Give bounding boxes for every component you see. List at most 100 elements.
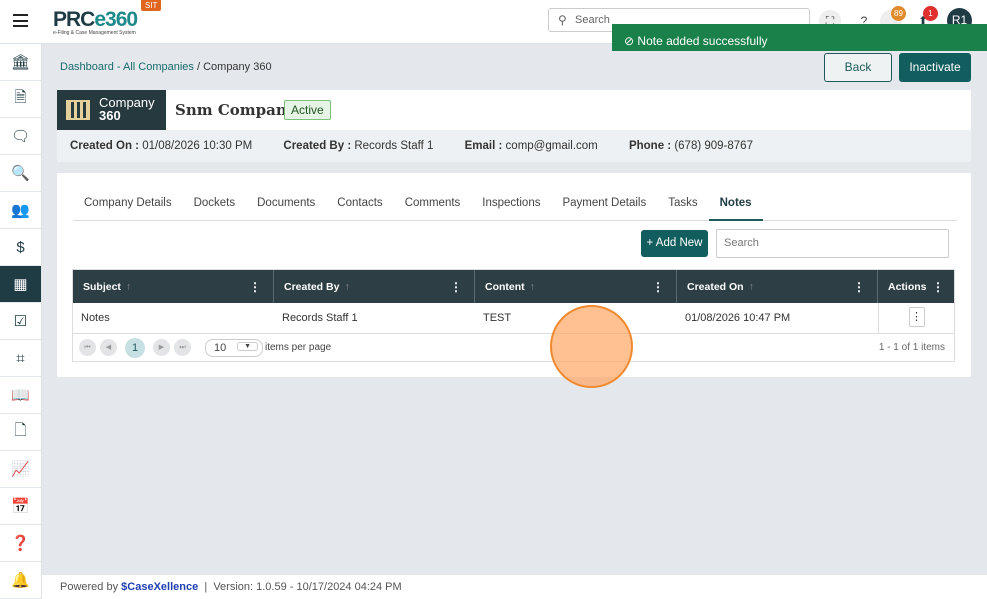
- menu-icon[interactable]: [13, 14, 28, 27]
- sort-arrow-icon: ↑: [344, 281, 350, 293]
- column-menu-icon[interactable]: ⋮: [652, 280, 664, 294]
- breadcrumb-sep: /: [193, 61, 204, 73]
- logo-subtitle: e-Filing & Case Management System: [53, 30, 136, 36]
- next-page-button[interactable]: ▶: [153, 339, 170, 356]
- footer: Powered by $CaseXellence | Version: 1.0.…: [42, 575, 987, 599]
- page-size-label: items per page: [265, 342, 332, 353]
- sidebar: 🏛 🗎 🗨 🔍 👥 $ ▦ ☑ ⌗ 📖 🗋 📈 📅 ❓ 🔔: [0, 44, 42, 599]
- column-menu-icon[interactable]: ⋮: [450, 280, 462, 294]
- search-icon: ⚲: [558, 13, 567, 27]
- sort-arrow-icon: ↑: [125, 281, 132, 293]
- grid-header: Subject ↑ ⋮ Created By ↑ ⋮ Content ↑ ⋮ Created…: [73, 270, 954, 303]
- add-new-button[interactable]: + Add New: [641, 230, 708, 257]
- file-icon[interactable]: 🗋: [0, 414, 41, 451]
- task-icon[interactable]: ☑: [0, 303, 41, 340]
- toast-message: Note added successfully: [637, 34, 768, 48]
- inactivate-button[interactable]: Inactivate: [899, 53, 971, 82]
- status-badge: Active: [284, 100, 331, 120]
- tab-payment-details[interactable]: Payment Details: [551, 195, 657, 221]
- column-menu-icon[interactable]: ⋮: [249, 280, 261, 294]
- label: Email :: [464, 140, 503, 152]
- book-icon[interactable]: 📖: [0, 377, 41, 414]
- breadcrumb-companies[interactable]: All Companies: [123, 61, 194, 73]
- alarm-icon[interactable]: 🔔: [0, 562, 41, 599]
- search-document-icon[interactable]: 🔍: [0, 155, 41, 192]
- users-icon[interactable]: 👥: [0, 192, 41, 229]
- cell-created-on: 01/08/2026 10:47 PM: [685, 312, 791, 324]
- scan-icon[interactable]: ⌗: [0, 340, 41, 377]
- table-row[interactable]: Notes Records Staff 1 TEST 01/08/2026 10…: [73, 303, 954, 334]
- column-header-actions: Actions ⋮: [878, 270, 954, 303]
- breadcrumb-dashboard[interactable]: Dashboard: [60, 61, 114, 73]
- first-page-button[interactable]: ⏮: [79, 339, 96, 356]
- company-header: Company 360 Snm Company Active Created On…: [57, 90, 971, 162]
- help-book-icon[interactable]: ❓: [0, 525, 41, 562]
- back-button[interactable]: Back: [824, 53, 892, 82]
- logo-text: PRC: [53, 8, 95, 31]
- tab-dockets[interactable]: Dockets: [183, 195, 247, 221]
- tab-documents[interactable]: Documents: [246, 195, 326, 221]
- breadcrumb-sep: -: [113, 61, 123, 73]
- created-by: Records Staff 1: [354, 140, 434, 152]
- notes-grid: Subject ↑ ⋮ Created By ↑ ⋮ Content ↑ ⋮ Created…: [72, 269, 955, 362]
- prev-page-button[interactable]: ◀: [100, 339, 117, 356]
- created-on: 01/08/2026 10:30 PM: [142, 140, 253, 152]
- bank-icon[interactable]: 🏛: [0, 44, 41, 81]
- env-badge: SIT: [141, 0, 162, 11]
- last-page-button[interactable]: ⏭: [174, 339, 191, 356]
- logo-accent: e360: [94, 8, 138, 31]
- breadcrumb: Dashboard - All Companies / Company 360: [60, 61, 272, 73]
- email: comp@gmail.com: [505, 140, 598, 152]
- sort-arrow-icon: ↑: [529, 281, 535, 293]
- page-size-value: 10: [214, 341, 227, 354]
- company-360-box: Company 360: [57, 90, 166, 130]
- column-title: Subject: [83, 281, 121, 293]
- tab-inspections[interactable]: Inspections: [471, 195, 551, 221]
- footer-separator: |: [204, 581, 208, 593]
- tab-tasks[interactable]: Tasks: [657, 195, 708, 221]
- page-size-select[interactable]: 10 ▼: [205, 338, 263, 357]
- building-icon: [66, 100, 90, 120]
- column-header-content[interactable]: Content ↑ ⋮: [475, 270, 677, 303]
- column-title: Content: [485, 281, 525, 293]
- click-indicator: [550, 305, 633, 388]
- pager-info: 1 - 1 of 1 items: [878, 342, 945, 353]
- row-actions-button[interactable]: ⋮: [908, 307, 925, 327]
- casexellence-logo: $CaseXellence: [121, 581, 199, 593]
- chevron-down-icon: ▼: [237, 341, 258, 351]
- chart-icon[interactable]: 📈: [0, 451, 41, 488]
- column-header-subject[interactable]: Subject ↑ ⋮: [73, 270, 274, 303]
- tab-notes[interactable]: Notes: [708, 195, 763, 221]
- label: Created By :: [283, 140, 352, 152]
- comment-icon[interactable]: 🗨: [0, 118, 41, 155]
- box-label-bold: 360: [99, 108, 121, 123]
- label: Created On :: [70, 140, 140, 152]
- cell-subject: Notes: [81, 312, 110, 324]
- company-name: Snm Company: [175, 101, 296, 119]
- notification-count: 89: [891, 6, 906, 21]
- calendar-icon[interactable]: 📅: [0, 488, 41, 525]
- column-menu-icon[interactable]: ⋮: [853, 280, 865, 294]
- logo[interactable]: PRCe360 e-Filing & Case Management Syste…: [53, 8, 138, 36]
- version-text: Version: 1.0.59 - 10/17/2024 04:24 PM: [213, 581, 402, 593]
- column-menu-icon[interactable]: ⋮: [932, 280, 944, 294]
- column-title: Created On: [687, 281, 744, 293]
- document-icon[interactable]: 🗎: [0, 81, 41, 118]
- powered-by: Powered by: [60, 581, 119, 593]
- phone: (678) 909-8767: [674, 140, 753, 152]
- notes-search-input[interactable]: Search: [716, 229, 949, 258]
- brand-name: CaseXellence: [127, 581, 199, 593]
- tab-contacts[interactable]: Contacts: [326, 195, 393, 221]
- column-header-created-on[interactable]: Created On ↑ ⋮: [677, 270, 878, 303]
- dollar-document-icon[interactable]: $: [0, 229, 41, 266]
- column-header-created-by[interactable]: Created By ↑ ⋮: [274, 270, 475, 303]
- alert-count: 1: [923, 6, 938, 21]
- page-button[interactable]: 1: [125, 337, 145, 358]
- company-icon[interactable]: ▦: [0, 266, 41, 303]
- tab-comments[interactable]: Comments: [394, 195, 472, 221]
- tab-company-details[interactable]: Company Details: [73, 195, 183, 221]
- company-details: Created On : 01/08/2026 10:30 PM Created…: [57, 130, 971, 162]
- tabs-card: Company Details Dockets Documents Contac…: [57, 173, 971, 377]
- breadcrumb-current: Company 360: [203, 61, 272, 73]
- pager: ⏮ ◀ 1 ▶ ⏭ 10 ▼ items per page 1 - 1 of 1 …: [73, 334, 954, 361]
